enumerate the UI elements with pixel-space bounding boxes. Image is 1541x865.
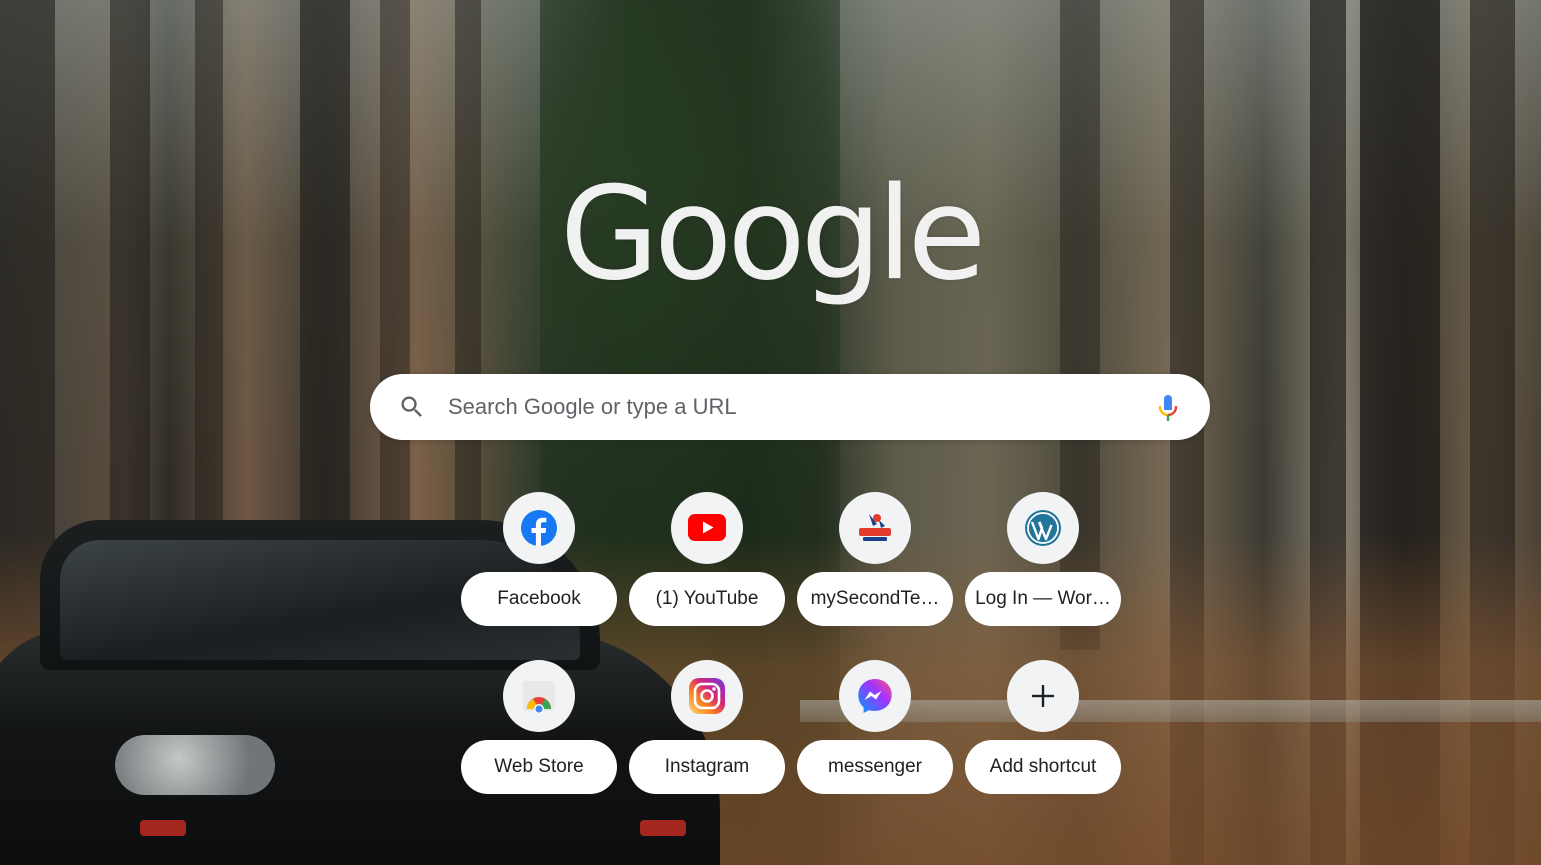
- shortcut-icon-wrapper: [671, 660, 743, 732]
- shortcut-label: messenger: [797, 740, 953, 794]
- youtube-icon: [688, 514, 726, 541]
- google-logo: Google: [559, 160, 986, 309]
- messenger-icon: [858, 679, 892, 713]
- shortcut-label: Instagram: [629, 740, 785, 794]
- shortcut-label: Web Store: [461, 740, 617, 794]
- add-shortcut-button[interactable]: Add shortcut: [959, 658, 1127, 826]
- shortcut-label: Facebook: [461, 572, 617, 626]
- shortcut-label: mySecondTe…: [797, 572, 953, 626]
- shortcut-youtube[interactable]: (1) YouTube: [623, 490, 791, 658]
- shortcut-instagram[interactable]: Instagram: [623, 658, 791, 826]
- search-box[interactable]: [370, 374, 1210, 440]
- shortcut-messenger[interactable]: messenger: [791, 658, 959, 826]
- shortcut-icon-wrapper: [839, 492, 911, 564]
- shortcut-mysecondteacher[interactable]: mySecondTe…: [791, 490, 959, 658]
- shortcut-icon-wrapper: [671, 492, 743, 564]
- shortcut-label: (1) YouTube: [629, 572, 785, 626]
- shortcut-icon-wrapper: [1007, 660, 1079, 732]
- shortcut-icon-wrapper: [839, 660, 911, 732]
- shortcut-label: Log In — Wor…: [965, 572, 1121, 626]
- wordpress-icon: [1025, 510, 1061, 546]
- chrome-web-store-icon: [523, 681, 555, 713]
- shortcut-icon-wrapper: [1007, 492, 1079, 564]
- facebook-icon: [521, 510, 557, 546]
- new-tab-page: Google Facebook: [0, 0, 1541, 865]
- shortcut-facebook[interactable]: Facebook: [455, 490, 623, 658]
- search-input[interactable]: [448, 374, 1128, 440]
- plus-icon: [1032, 685, 1054, 707]
- instagram-icon: [689, 678, 725, 714]
- mysecondteacher-icon: [859, 514, 891, 541]
- shortcuts-grid: Facebook (1) YouTube mySecondTe… Log In …: [455, 490, 1127, 826]
- shortcut-wordpress[interactable]: Log In — Wor…: [959, 490, 1127, 658]
- shortcut-label: Add shortcut: [965, 740, 1121, 794]
- shortcut-icon-wrapper: [503, 492, 575, 564]
- shortcut-web-store[interactable]: Web Store: [455, 658, 623, 826]
- microphone-icon[interactable]: [1156, 393, 1180, 423]
- shortcut-icon-wrapper: [503, 660, 575, 732]
- search-icon: [401, 396, 422, 417]
